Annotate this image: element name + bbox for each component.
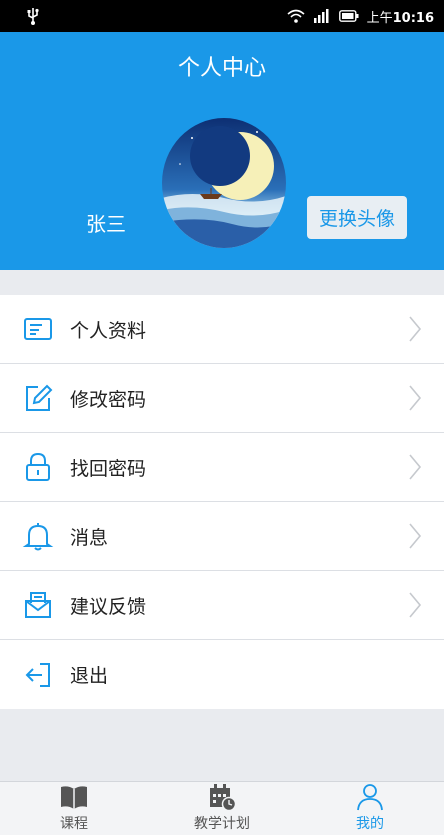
usb-icon	[27, 8, 39, 25]
chevron-right-icon	[409, 592, 422, 618]
user-icon	[357, 784, 383, 811]
bottom-tab-bar: 课程 教学计划 我的	[0, 781, 444, 835]
menu-item-label: 建议反馈	[70, 595, 147, 618]
book-icon	[61, 786, 87, 809]
menu-item-logout[interactable]: 退出	[0, 640, 444, 709]
menu-item-label: 个人资料	[70, 319, 147, 342]
wifi-icon	[287, 9, 305, 23]
menu-item-label: 找回密码	[70, 457, 147, 480]
menu-item-profile[interactable]: 个人资料	[0, 295, 444, 364]
tab-label: 我的	[356, 816, 384, 832]
username: 张三	[86, 212, 126, 236]
status-bar: 上午10:16	[0, 0, 444, 32]
tab-label: 教学计划	[194, 816, 250, 832]
status-time: 上午10:16	[366, 10, 434, 26]
page-title: 个人中心	[177, 56, 266, 81]
menu-item-recover-password[interactable]: 找回密码	[0, 433, 444, 502]
menu-item-label: 消息	[70, 526, 109, 549]
tab-mine[interactable]: 我的	[296, 782, 444, 835]
edit-icon	[26, 384, 53, 411]
profile-card-icon	[24, 318, 52, 340]
tab-courses[interactable]: 课程	[0, 782, 148, 835]
profile-header: 个人中心 张三 更换头像	[0, 32, 444, 270]
chevron-right-icon	[409, 523, 422, 549]
calendar-clock-icon	[210, 784, 237, 811]
moon-night-image	[162, 118, 286, 248]
feedback-envelope-icon	[25, 592, 51, 618]
logout-icon	[25, 662, 50, 687]
chevron-right-icon	[409, 454, 422, 480]
menu-item-label: 修改密码	[70, 388, 147, 411]
tab-teaching-plan[interactable]: 教学计划	[148, 782, 296, 835]
change-avatar-button[interactable]: 更换头像	[307, 196, 407, 239]
menu-item-messages[interactable]: 消息	[0, 502, 444, 571]
battery-icon	[338, 10, 359, 22]
avatar[interactable]	[162, 118, 286, 248]
signal-icon	[313, 9, 329, 23]
chevron-right-icon	[409, 385, 422, 411]
chevron-right-icon	[409, 316, 422, 342]
menu-item-change-password[interactable]: 修改密码	[0, 364, 444, 433]
menu-item-label: 退出	[70, 665, 109, 687]
settings-menu: 个人资料 修改密码 找回密码 消息 建议反馈 退出	[0, 295, 444, 709]
lock-icon	[26, 452, 50, 481]
tab-label: 课程	[60, 816, 88, 832]
bell-icon	[22, 523, 54, 551]
menu-item-feedback[interactable]: 建议反馈	[0, 571, 444, 640]
